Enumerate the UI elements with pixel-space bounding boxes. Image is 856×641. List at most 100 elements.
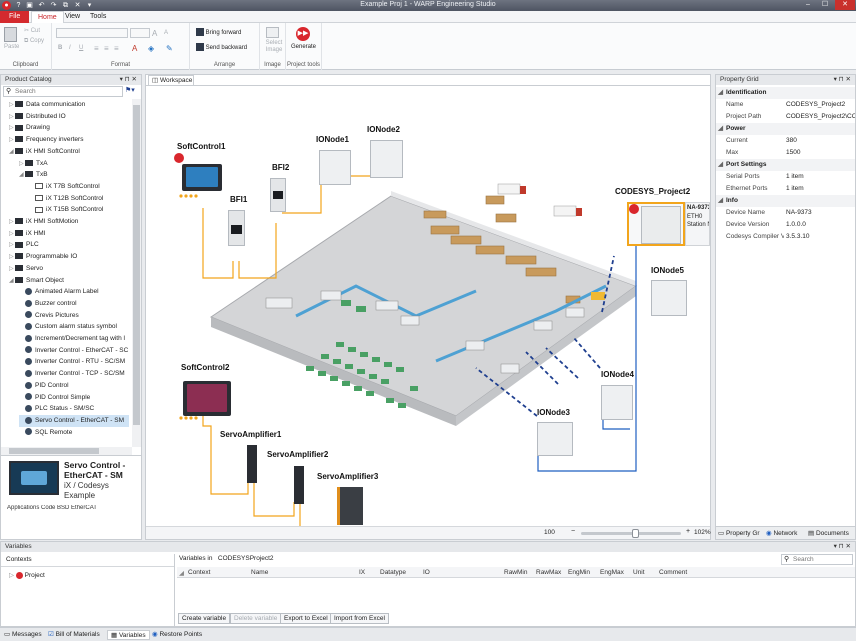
catalog-item[interactable]: ▷ Distributed IO [9,111,66,123]
export-excel-button[interactable]: Export to Excel [280,613,332,624]
bring-forward-button[interactable]: Bring forward [196,28,241,36]
catalog-item[interactable]: Custom alarm status symbol [19,321,117,333]
tab-bill-of-materials[interactable]: ☑ Bill of Materials [48,630,100,640]
minimize-button[interactable]: – [800,0,816,10]
node-ionode2[interactable] [370,140,403,178]
property-value[interactable]: 1 item [786,183,855,195]
variables-search-field[interactable]: ⚲ [781,554,853,565]
col-name[interactable]: Name [251,569,268,576]
tab-tools[interactable]: Tools [84,11,112,23]
catalog-item[interactable]: ▷ Programmable IO [9,251,77,263]
variables-search-input[interactable] [793,555,851,564]
node-bfi2[interactable] [270,178,286,212]
catalog-item[interactable]: Animated Alarm Label [19,286,99,298]
generate-icon[interactable]: ▶▶ [296,27,310,41]
catalog-item[interactable]: ▷ Frequency inverters [9,134,83,146]
property-category[interactable]: ◢ Power [716,123,855,135]
font-size-select[interactable] [130,28,150,38]
zoom-out-button[interactable]: − [571,528,575,535]
collapse-icon[interactable]: ◢ [718,87,723,99]
import-excel-button[interactable]: Import from Excel [330,613,389,624]
catalog-item[interactable]: Inverter Control - EtherCAT - SC [19,345,128,357]
collapse-icon[interactable]: ◢ [718,195,723,207]
context-project-item[interactable]: ▷ Project [9,571,45,579]
collapse-icon[interactable]: ◢ [718,123,723,135]
catalog-item[interactable]: ◢ TxB [19,169,48,181]
maximize-button[interactable]: ☐ [817,0,833,10]
node-bfi1[interactable] [228,210,245,246]
zoom-thumb[interactable] [632,529,639,538]
tab-restore-points[interactable]: ◉ Restore Points [152,630,202,640]
bold-button[interactable]: B [58,45,62,51]
zoom-in-button[interactable]: + [686,528,690,535]
property-row[interactable]: Serial Ports 1 item [716,171,855,183]
property-value[interactable]: 380 [786,135,855,147]
catalog-item[interactable]: Buzzer control [19,298,77,310]
property-value[interactable]: 1 item [786,171,855,183]
property-row[interactable]: Ethernet Ports 1 item [716,183,855,195]
property-category[interactable]: ◢ Port Settings [716,159,855,171]
select-image-icon[interactable] [266,27,279,38]
catalog-item[interactable]: ▷ TxA [19,158,48,170]
shrink-font-button[interactable]: A [164,30,168,36]
catalog-item[interactable]: iX T12B SoftControl [29,193,103,205]
collapse-icon[interactable]: ◢ [718,159,723,171]
col-ix[interactable]: IX [359,569,365,576]
catalog-item[interactable]: PLC Status - SM/SC [19,403,94,415]
col-unit[interactable]: Unit [633,569,645,576]
catalog-item[interactable]: Servo Control - EtherCAT - SM [19,414,129,427]
col-context[interactable]: Context [188,569,210,576]
node-ionode4[interactable] [601,385,633,420]
col-rawmax[interactable]: RawMax [536,569,561,576]
tab-messages[interactable]: ▭ Messages [4,630,42,640]
delete-variable-button[interactable]: Delete variable [230,613,282,624]
line-color-icon[interactable]: ✎ [166,44,173,53]
catalog-search-input[interactable] [15,87,120,96]
select-image-button[interactable]: Select Image [262,40,286,54]
catalog-item[interactable]: ▷ PLC [9,239,39,251]
send-backward-button[interactable]: Send backward [196,43,247,51]
node-servoamplifier1[interactable] [247,445,257,483]
node-codesys-project2[interactable] [627,202,685,246]
property-value[interactable]: CODESYS_Project2 [786,99,855,111]
copy-button[interactable]: ⧉ Copy [24,38,44,45]
node-ionode1[interactable] [319,150,351,185]
paste-button[interactable]: Paste [4,44,19,50]
workspace-canvas[interactable] [146,86,710,526]
property-row[interactable]: Codesys Compiler V 3.5.3.10 [716,231,855,243]
underline-button[interactable]: U [79,45,83,51]
zoom-slider[interactable] [581,529,681,538]
property-row[interactable]: Device Name NA-9373 [716,207,855,219]
catalog-search-field[interactable]: ⚲ [3,86,123,97]
node-ionode5[interactable] [651,280,687,316]
catalog-item[interactable]: Inverter Control - TCP - SC/SM [19,368,125,380]
col-io[interactable]: IO [423,569,430,576]
col-comment[interactable]: Comment [659,569,687,576]
node-softcontrol1[interactable] [182,164,222,191]
create-variable-button[interactable]: Create variable [178,613,231,624]
pin-icon[interactable]: ▾ ⊓ ✕ [834,542,851,552]
tab-network[interactable]: ◉ Network [766,529,797,539]
property-value[interactable]: CODESYS_Project2\COD [786,111,855,123]
paste-icon[interactable] [4,27,17,42]
catalog-item[interactable]: Crevis Pictures [19,310,79,322]
catalog-item[interactable]: Increment/Decrement tag with l [19,333,125,345]
font-color-icon[interactable]: A [132,44,137,53]
catalog-scrollbar[interactable] [132,99,141,447]
pin-icon[interactable]: ▾ ⊓ ✕ [834,75,851,85]
catalog-item[interactable]: PID Control Simple [19,392,90,404]
node-servoamplifier3[interactable] [337,487,363,525]
flag-icon[interactable]: ⚑▾ [125,86,141,97]
pin-icon[interactable]: ▾ ⊓ ✕ [120,75,137,85]
catalog-item[interactable]: ▷ iX HMI SoftMotion [9,216,78,228]
property-value[interactable]: NA-9373 [786,207,855,219]
generate-button[interactable]: Generate [291,44,316,50]
fill-color-icon[interactable]: ◈ [148,44,154,53]
tab-view[interactable]: View [59,11,86,23]
node-servoamplifier2[interactable] [294,466,304,504]
tab-workspace[interactable]: ◫ Workspace [148,75,194,85]
catalog-item[interactable]: ◢ Smart Object [9,275,64,287]
property-row[interactable]: Name CODESYS_Project2 [716,99,855,111]
property-row[interactable]: Max 1500 [716,147,855,159]
catalog-item[interactable]: ▷ Servo [9,263,43,275]
